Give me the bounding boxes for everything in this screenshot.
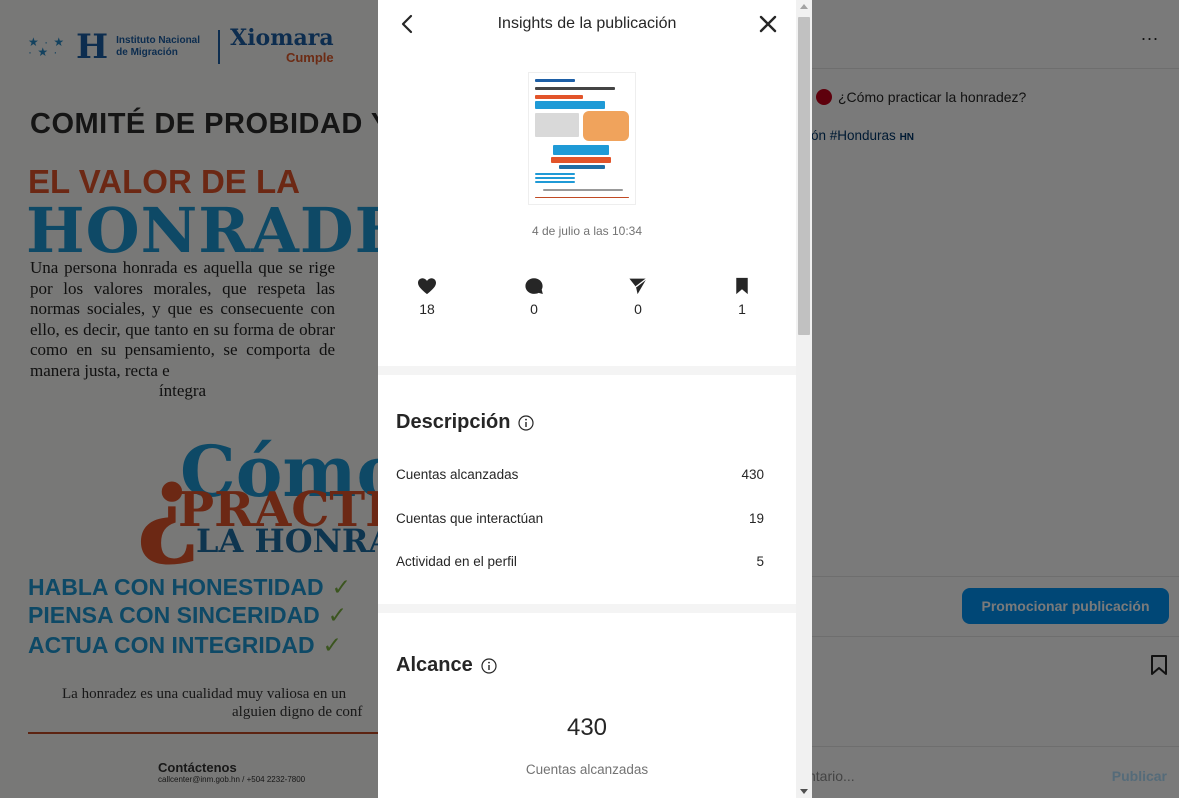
poster-lema-3: ACTUA CON INTEGRIDAD ✓ — [28, 632, 342, 658]
flag-hn: HN — [899, 132, 915, 143]
poster-paragraph: Una persona honrada es aquella que se ri… — [30, 258, 335, 402]
poster-contact-sub: callcenter@inm.gob.hn / +504 2232-7800 — [158, 775, 306, 784]
stat-comments: 0 — [504, 277, 564, 317]
logo-line1: Instituto Nacional — [116, 34, 201, 46]
alcance-title: Alcance — [396, 654, 497, 677]
close-icon[interactable] — [754, 10, 782, 38]
poster-rule — [28, 732, 378, 734]
poster-paragraph-last: íntegra — [158, 381, 207, 400]
poster-footer-2: alguien digno de conf — [232, 704, 363, 720]
scrollbar[interactable] — [796, 0, 812, 798]
alcance-number: 430 — [566, 714, 608, 741]
thumb-line — [535, 101, 605, 109]
descripcion-title: Descripción — [396, 411, 535, 434]
red-circle-icon — [816, 89, 832, 105]
thumb-line — [535, 173, 575, 175]
thumb-line — [535, 177, 575, 179]
saves-count: 1 — [738, 301, 746, 317]
section-separator — [378, 366, 796, 375]
stat-likes: 18 — [397, 277, 457, 317]
poster-paragraph-text: Una persona honrada es aquella que se ri… — [30, 258, 335, 380]
post-date: 4 de julio a las 10:34 — [531, 224, 643, 238]
likes-count: 18 — [419, 301, 435, 317]
thumb-line — [543, 189, 623, 191]
post-caption: ¿Cómo practicar la honradez? — [816, 89, 1026, 105]
promote-post-button[interactable]: Promocionar publicación — [962, 588, 1169, 624]
poster-la-honradez: LA HONRA — [196, 522, 378, 560]
row-label: Cuentas que interactúan — [396, 511, 544, 526]
thumb-people — [583, 111, 629, 141]
more-options-button[interactable]: ... — [1141, 24, 1159, 45]
row-value: 430 — [741, 467, 764, 482]
scroll-up-arrow-icon[interactable] — [800, 4, 808, 9]
row-value: 19 — [748, 511, 764, 526]
row-label: Actividad en el perfil — [396, 554, 517, 569]
thumb-text-block — [535, 113, 579, 137]
comment-input[interactable]: ntario... — [808, 768, 855, 784]
poster-lema-1: HABLA CON HONESTIDAD ✓ — [28, 574, 351, 600]
check-icon: ✓ — [322, 632, 342, 658]
poster-lema-2: PIENSA CON SINCERIDAD ✓ — [28, 602, 348, 628]
info-icon[interactable] — [518, 414, 535, 431]
row-actividad-perfil: Actividad en el perfil 5 — [396, 554, 764, 569]
bookmark-icon — [736, 277, 748, 295]
heart-icon — [418, 278, 436, 295]
thumb-line — [535, 181, 575, 183]
scrollbar-thumb[interactable] — [798, 17, 810, 335]
row-cuentas-alcanzadas: Cuentas alcanzadas 430 — [396, 467, 764, 482]
send-icon — [629, 278, 647, 295]
thumb-line — [535, 95, 583, 99]
caption-text: ¿Cómo practicar la honradez? — [838, 89, 1027, 105]
alcance-label: Cuentas alcanzadas — [525, 762, 649, 777]
check-icon: ✓ — [331, 574, 351, 600]
logo-divider — [218, 29, 221, 64]
stat-shares: 0 — [608, 277, 668, 317]
poster-contact-title: Contáctenos — [158, 760, 237, 775]
logo-cumple: Cumple — [285, 50, 334, 65]
modal-title: Insights de la publicación — [497, 15, 677, 32]
logo-h: H — [76, 26, 109, 67]
post-thumbnail — [528, 72, 636, 205]
row-value: 5 — [756, 554, 764, 569]
poster-footer-1: La honradez es una cualidad muy valiosa … — [62, 686, 347, 702]
post-image: ★ · ★ · ★ · H Instituto Nacional de Migr… — [0, 0, 378, 798]
scroll-down-arrow-icon[interactable] — [800, 789, 808, 794]
section-separator — [378, 604, 796, 613]
logo-institution: Instituto Nacional de Migración — [116, 35, 208, 59]
publish-button[interactable]: Publicar — [1112, 768, 1167, 784]
stat-saves: 1 — [712, 277, 772, 317]
thumb-line — [535, 87, 615, 90]
logo-xiomara: Xiomara — [230, 25, 334, 51]
thumb-line — [535, 197, 629, 198]
info-icon[interactable] — [481, 657, 497, 674]
row-cuentas-interactuan: Cuentas que interactúan 19 — [396, 511, 764, 526]
poster-honradez: HONRADEZ — [26, 194, 378, 267]
thumb-logo — [535, 79, 575, 82]
post-hashtags[interactable]: ión #Honduras HN — [808, 128, 914, 143]
shares-count: 0 — [634, 301, 642, 317]
thumb-line — [551, 157, 611, 163]
bookmark-icon[interactable] — [1147, 653, 1171, 677]
thumb-line — [559, 165, 605, 169]
poster-logo: ★ · ★ · ★ · H Instituto Nacional de Migr… — [28, 25, 334, 67]
logo-line2: de Migración — [116, 46, 178, 58]
thumb-line — [553, 145, 609, 155]
insights-modal: Insights de la publicación 4 de julio a … — [378, 0, 812, 798]
row-label: Cuentas alcanzadas — [396, 467, 519, 482]
comment-icon — [525, 278, 543, 295]
check-icon: ✓ — [327, 602, 348, 628]
poster-comite: COMITÉ DE PROBIDAD Y — [30, 108, 378, 140]
logo-xiomara-block: Xiomara Cumple — [230, 25, 334, 65]
modal-header: Insights de la publicación — [378, 0, 796, 48]
logo-stars: ★ · ★ · ★ · — [28, 34, 66, 59]
comments-count: 0 — [530, 301, 538, 317]
